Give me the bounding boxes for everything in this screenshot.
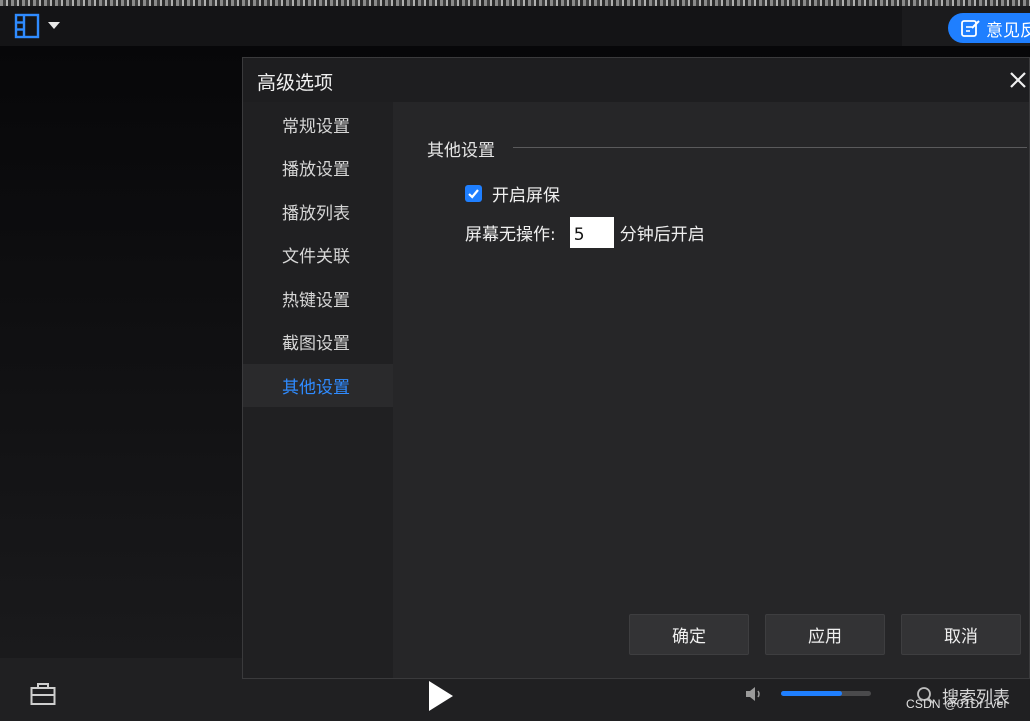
settings-sidebar: 常规设置 播放设置 播放列表 文件关联 热键设置 截图设置 其他设置 (243, 102, 393, 678)
volume-icon[interactable] (744, 684, 764, 704)
play-icon[interactable] (427, 680, 455, 712)
nav-item-hotkeys[interactable]: 热键设置 (243, 277, 393, 320)
nav-item-playback[interactable]: 播放设置 (243, 146, 393, 189)
nav-item-playlist[interactable]: 播放列表 (243, 190, 393, 233)
player-top-bar (0, 6, 1030, 46)
idle-minutes-input[interactable] (569, 217, 614, 248)
volume-slider[interactable] (781, 691, 871, 696)
toolbox-icon[interactable] (30, 682, 56, 706)
section-title: 其他设置 (427, 141, 495, 161)
edit-icon (961, 20, 980, 37)
cancel-button[interactable]: 取消 (901, 614, 1021, 655)
checkmark-icon (468, 189, 479, 199)
screensaver-label: 开启屏保 (492, 186, 560, 206)
menu-grid-icon (14, 13, 40, 39)
idle-suffix: 分钟后开启 (619, 225, 705, 245)
nav-item-file-association[interactable]: 文件关联 (243, 233, 393, 276)
feedback-button[interactable]: 意见反馈 (948, 13, 1030, 43)
main-menu-button[interactable] (14, 12, 66, 40)
section-divider (513, 147, 1027, 148)
advanced-options-dialog: 高级选项 常规设置 播放设置 播放列表 文件关联 热键设置 截图设置 其他设置 … (242, 57, 1030, 679)
feedback-label: 意见反馈 (986, 20, 1030, 41)
ok-button[interactable]: 确定 (629, 614, 749, 655)
apply-button[interactable]: 应用 (765, 614, 885, 655)
nav-item-other[interactable]: 其他设置 (243, 364, 393, 407)
watermark: CSDN @01Dr1ver (906, 697, 1008, 711)
nav-item-screenshot[interactable]: 截图设置 (243, 320, 393, 363)
close-icon[interactable] (1006, 68, 1030, 92)
screensaver-checkbox[interactable] (465, 185, 482, 202)
volume-slider-fill (781, 691, 843, 696)
idle-label: 屏幕无操作: (465, 225, 556, 245)
nav-item-general[interactable]: 常规设置 (243, 103, 393, 146)
dropdown-caret-icon (48, 22, 60, 29)
idle-time-row: 屏幕无操作: 分钟后开启 (465, 217, 705, 248)
dialog-header: 高级选项 (243, 58, 1029, 102)
settings-content: 其他设置 开启屏保 屏幕无操作: 分钟后开启 确定 应用 取消 (393, 102, 1029, 678)
dialog-title: 高级选项 (257, 72, 334, 94)
screensaver-option[interactable]: 开启屏保 (465, 181, 560, 206)
